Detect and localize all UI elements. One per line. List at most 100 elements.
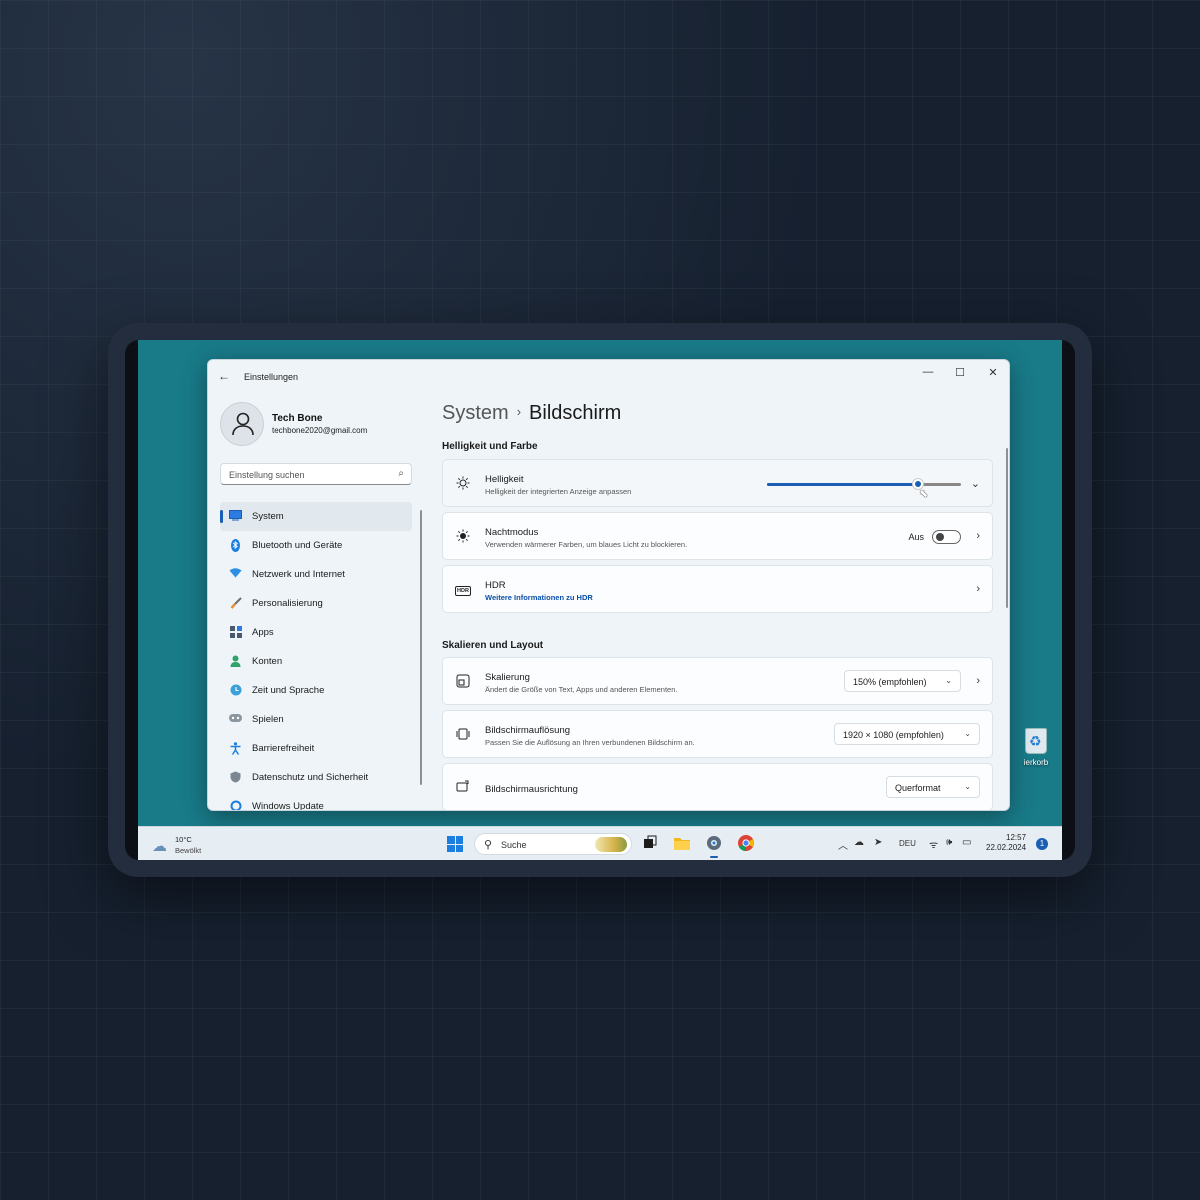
sidebar-item-apps[interactable]: Apps [220,618,412,647]
avatar [220,402,264,446]
task-view-icon[interactable] [641,834,659,852]
sidebar-item-privacy[interactable]: Datenschutz und Sicherheit [220,763,412,792]
battery-icon[interactable]: ▭ [962,837,971,848]
taskbar: ☁ 10°C Bewölkt ⚲ Suche ︿ ☁ ➤ DEU ᯤ 🕪 ▭ 1… [138,826,1062,860]
recycle-bin-desktop-icon[interactable]: ierkorb [1006,728,1062,767]
location-icon[interactable]: ➤ [874,837,882,848]
sidebar-item-label: Spielen [252,714,284,725]
device-bezel: ierkorb ← Einstellungen — ☐ ✕ [125,340,1075,860]
breadcrumb: System › Bildschirm [442,402,621,425]
bluetooth-icon [229,539,242,552]
night-mode-card[interactable]: Nachtmodus Verwenden wärmerer Farben, um… [442,512,993,560]
taskbar-search[interactable]: ⚲ Suche [474,833,632,855]
chevron-down-icon[interactable]: ⌄ [971,477,980,490]
weather-condition: Bewölkt [175,846,202,855]
night-mode-state-label: Aus [908,532,924,542]
orientation-dropdown[interactable]: Querformat ⌄ [886,776,980,798]
hdr-info-link[interactable]: Weitere Informationen zu HDR [485,593,593,602]
brightness-card[interactable]: Helligkeit Helligkeit der integrierten A… [442,459,993,507]
hdr-title: HDR [485,580,506,591]
sidebar-item-gaming[interactable]: Spielen [220,705,412,734]
sidebar-item-windows-update[interactable]: Windows Update [220,792,412,810]
sidebar-scrollbar[interactable] [420,510,422,785]
search-highlight-image [595,837,627,852]
recycle-bin-icon [1025,728,1047,754]
brightness-slider[interactable] [767,478,961,490]
clock-time: 12:57 [1006,833,1027,842]
update-icon [229,800,242,810]
hdr-icon: HDR [455,585,471,596]
chevron-up-icon[interactable]: ︿ [838,837,848,852]
resolution-dropdown[interactable]: 1920 × 1080 (empfohlen) ⌄ [834,723,980,745]
recycle-bin-label: ierkorb [1023,758,1049,767]
resolution-card[interactable]: Bildschirmauflösung Passen Sie die Auflö… [442,710,993,758]
chrome-icon[interactable] [737,834,755,852]
resolution-title: Bildschirmauflösung [485,725,571,736]
resolution-value: 1920 × 1080 (empfohlen) [843,730,944,740]
orientation-card[interactable]: Bildschirmausrichtung Querformat ⌄ [442,763,993,810]
start-button[interactable] [447,836,463,852]
sidebar-item-system[interactable]: System [220,502,412,531]
brightness-title: Helligkeit [485,474,524,485]
sun-icon [455,476,471,492]
orientation-icon [455,780,471,796]
page-title: Bildschirm [529,402,622,424]
profile-name: Tech Bone [272,413,323,424]
gamepad-icon [229,713,242,726]
maximize-button[interactable]: ☐ [945,366,975,379]
settings-app-icon[interactable] [705,834,723,858]
sidebar-item-label: Apps [252,627,274,638]
onedrive-icon[interactable]: ☁ [854,837,864,848]
chevron-right-icon[interactable]: › [976,530,980,542]
sidebar-item-bluetooth[interactable]: Bluetooth und Geräte [220,531,412,560]
scaling-card[interactable]: Skalierung Ändert die Größe von Text, Ap… [442,657,993,705]
globe-clock-icon [229,684,242,697]
desktop-screen: ierkorb ← Einstellungen — ☐ ✕ [138,340,1062,860]
sidebar-item-personalization[interactable]: Personalisierung [220,589,412,618]
night-mode-toggle[interactable] [932,530,961,544]
weather-temperature: 10°C [175,835,192,844]
breadcrumb-parent[interactable]: System [442,402,509,424]
tablet-device-frame: ierkorb ← Einstellungen — ☐ ✕ [108,323,1092,877]
file-explorer-icon[interactable] [673,834,691,852]
minimize-button[interactable]: — [913,366,943,378]
sidebar-item-label: Barrierefreiheit [252,743,315,754]
sidebar-item-accessibility[interactable]: Barrierefreiheit [220,734,412,763]
wifi-icon[interactable]: ᯤ [929,837,938,851]
volume-icon[interactable]: 🕪 [946,837,952,848]
hdr-card[interactable]: HDR HDR Weitere Informationen zu HDR › [442,565,993,613]
sidebar-item-label: Zeit und Sprache [252,685,325,696]
close-button[interactable]: ✕ [978,366,1008,379]
language-indicator[interactable]: DEU [899,839,916,848]
night-light-icon [455,529,471,545]
monitor-icon [229,510,242,523]
profile-email: techbone2020@gmail.com [272,426,368,435]
orientation-title: Bildschirmausrichtung [485,784,578,795]
person-icon [232,412,254,436]
chevron-right-icon[interactable]: › [976,675,980,687]
scaling-value: 150% (empfohlen) [853,677,927,687]
sidebar-item-label: Konten [252,656,283,667]
shield-icon [229,771,242,784]
back-arrow-icon[interactable]: ← [218,369,230,383]
night-mode-subtitle: Verwenden wärmerer Farben, um blaues Lic… [485,540,688,549]
settings-search-input[interactable]: Einstellung suchen ⌕ [220,463,412,485]
scale-icon [455,674,471,690]
scaling-dropdown[interactable]: 150% (empfohlen) ⌄ [844,670,961,692]
window-title: Einstellungen [244,372,299,382]
resolution-icon [455,727,471,743]
section-heading-scale-layout: Skalieren und Layout [442,640,544,651]
search-icon[interactable]: ⌕ [398,468,404,479]
chevron-right-icon[interactable]: › [976,583,980,595]
orientation-value: Querformat [895,783,941,793]
person-icon [229,655,242,668]
sidebar-item-label: System [252,511,284,522]
sidebar-item-network[interactable]: Netzwerk und Internet [220,560,412,589]
main-scrollbar[interactable] [1006,448,1008,608]
notification-badge[interactable]: 1 [1036,838,1048,850]
clock[interactable]: 12:57 22.02.2024 [986,833,1026,853]
sidebar-item-time-language[interactable]: Zeit und Sprache [220,676,412,705]
accessibility-icon [229,742,242,755]
sidebar-item-label: Personalisierung [252,598,323,609]
sidebar-item-accounts[interactable]: Konten [220,647,412,676]
